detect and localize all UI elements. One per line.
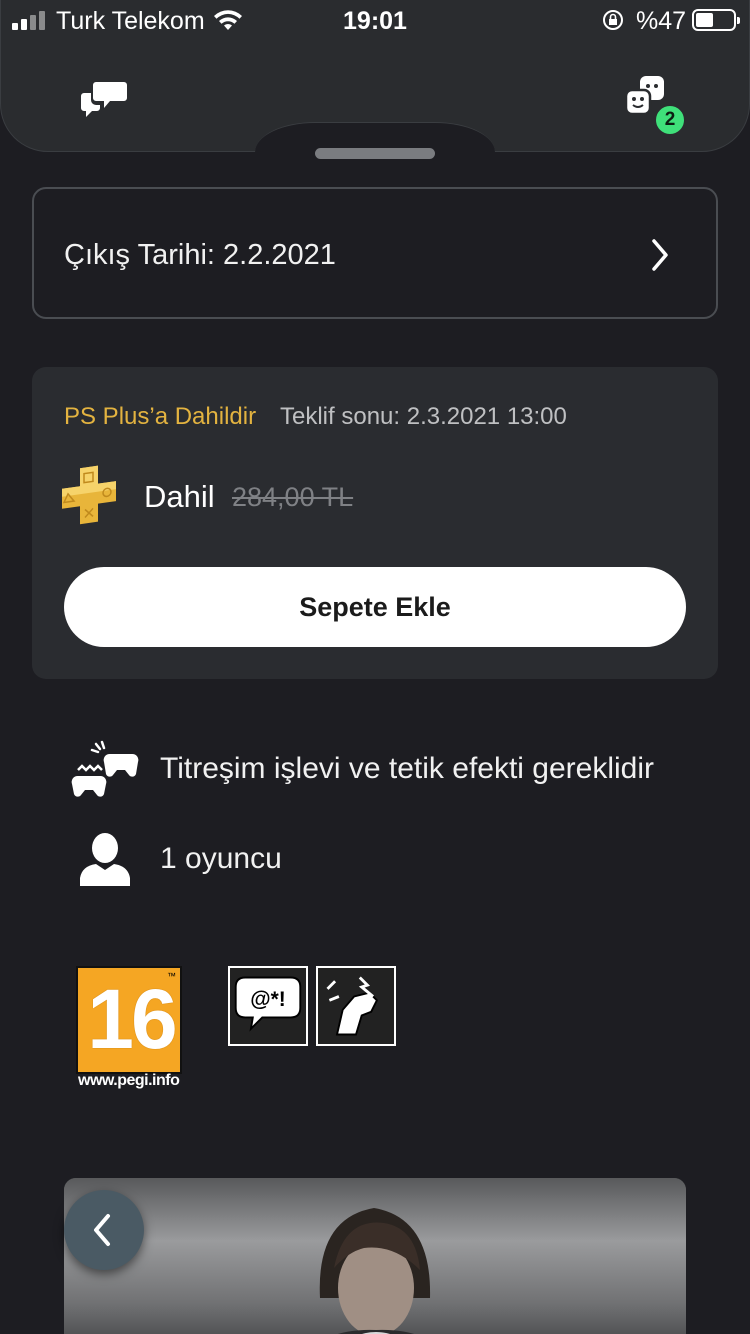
battery-percent: %47 [636, 7, 687, 35]
price-included: Dahil [144, 479, 215, 514]
pegi-age: 16 [87, 972, 177, 1066]
violence-icon [316, 966, 396, 1046]
pegi-badge: 16 ™ [76, 966, 182, 1074]
rotation-lock-icon [603, 10, 623, 30]
controller-vibration-icon [71, 740, 139, 797]
chat-icon[interactable] [80, 78, 128, 118]
feature-vibration-text: Titreşim işlevi ve tetik efekti gereklid… [160, 752, 655, 785]
offer-end-date: Teklif sonu: 2.3.2021 13:00 [280, 403, 567, 430]
drag-handle[interactable] [315, 148, 435, 159]
original-price: 284,00 TL [232, 482, 354, 512]
release-date-label: Çıkış Tarihi: 2.2.2021 [64, 239, 336, 271]
pegi-rating: 16 ™ www.pegi.info [76, 966, 184, 1096]
feature-players-text: 1 oyuncu [160, 842, 282, 875]
chevron-right-icon [652, 239, 668, 271]
person-icon [80, 833, 130, 886]
ps-plus-label: PS Plus’a Dahildir [64, 403, 257, 430]
offer-card: PS Plus’a Dahildir Teklif sonu: 2.3.2021… [32, 367, 718, 679]
friends-count-badge: 2 [654, 104, 686, 136]
media-preview-image[interactable] [64, 1178, 686, 1334]
back-button[interactable] [64, 1190, 144, 1270]
bad-language-icon: @*! [228, 966, 308, 1046]
release-date-row[interactable]: Çıkış Tarihi: 2.2.2021 [32, 187, 718, 319]
svg-text:@*!: @*! [250, 988, 285, 1011]
character-portrait [64, 1178, 686, 1334]
add-to-cart-button[interactable]: Sepete Ekle [64, 567, 686, 647]
battery-icon [692, 9, 740, 31]
pegi-url: www.pegi.info [78, 1072, 180, 1089]
pegi-trademark: ™ [167, 971, 176, 981]
ps-plus-icon [62, 465, 116, 525]
